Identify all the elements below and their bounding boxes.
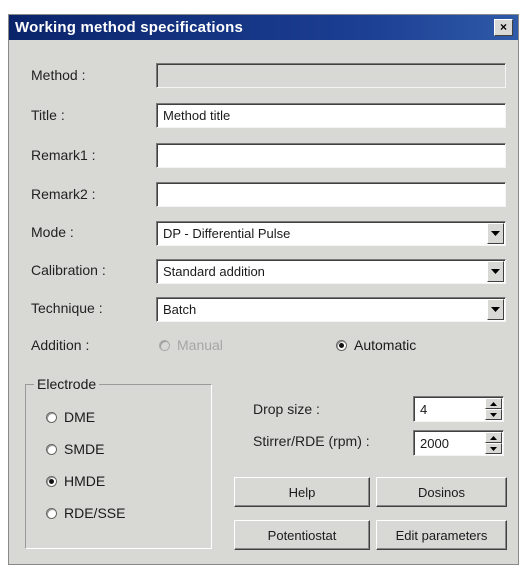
potentiostat-button[interactable]: Potentiostat [234, 520, 370, 550]
title-input[interactable]: Method title [156, 103, 506, 128]
electrode-legend: Electrode [34, 376, 100, 392]
help-button[interactable]: Help [234, 477, 370, 507]
title-bar[interactable]: Working method specifications × [9, 15, 518, 40]
method-specifications-dialog: Working method specifications × Method :… [8, 14, 519, 565]
drop-size-spinner[interactable]: 4 [413, 396, 504, 422]
technique-label: Technique : [31, 300, 103, 316]
chevron-up-icon [490, 435, 497, 440]
electrode-dme-label: DME [64, 409, 96, 425]
addition-label: Addition : [31, 337, 90, 353]
stirrer-spinner[interactable]: 2000 [413, 430, 504, 456]
electrode-dme-radio[interactable]: DME [46, 409, 95, 425]
close-button[interactable]: × [494, 19, 513, 36]
drop-size-down-button[interactable] [485, 409, 502, 420]
electrode-rde-sse-radio[interactable]: RDE/SSE [46, 505, 125, 521]
addition-manual-radio: Manual [159, 337, 223, 353]
method-field [156, 63, 506, 88]
electrode-group: Electrode DME SMDE HMDE RDE/SSE [25, 376, 212, 549]
technique-value: Batch [163, 302, 197, 317]
mode-value: DP - Differential Pulse [163, 226, 291, 241]
mode-dropdown-button[interactable] [487, 223, 504, 244]
stirrer-value: 2000 [420, 436, 449, 451]
electrode-smde-radio[interactable]: SMDE [46, 441, 104, 457]
drop-size-label: Drop size : [253, 401, 320, 417]
addition-automatic-radio[interactable]: Automatic [336, 337, 416, 353]
remark1-input[interactable] [156, 143, 506, 168]
chevron-down-icon [490, 412, 497, 417]
chevron-down-icon [491, 269, 500, 274]
radio-indicator [159, 339, 170, 351]
dosinos-button-label: Dosinos [418, 484, 465, 500]
remark2-label: Remark2 : [31, 186, 96, 202]
electrode-hmde-label: HMDE [64, 473, 106, 489]
mode-label: Mode : [31, 224, 74, 240]
chevron-up-icon [490, 401, 497, 406]
edit-parameters-button[interactable]: Edit parameters [376, 520, 507, 550]
chevron-down-icon [491, 231, 500, 236]
stirrer-up-button[interactable] [485, 432, 502, 443]
calibration-value: Standard addition [163, 264, 265, 279]
stirrer-down-button[interactable] [485, 443, 502, 454]
drop-size-up-button[interactable] [485, 398, 502, 409]
mode-select[interactable]: DP - Differential Pulse [156, 221, 506, 246]
chevron-down-icon [491, 307, 500, 312]
dosinos-button[interactable]: Dosinos [376, 477, 507, 507]
potentiostat-button-label: Potentiostat [267, 527, 337, 543]
remark1-label: Remark1 : [31, 147, 96, 163]
radio-indicator [46, 411, 57, 423]
electrode-hmde-radio[interactable]: HMDE [46, 473, 105, 489]
stirrer-label: Stirrer/RDE (rpm) : [253, 433, 370, 449]
radio-indicator [336, 339, 347, 351]
dialog-title: Working method specifications [15, 19, 244, 36]
addition-manual-label: Manual [177, 337, 223, 353]
close-icon: × [499, 20, 507, 34]
method-label: Method : [31, 67, 86, 83]
chevron-down-icon [490, 446, 497, 451]
radio-indicator [46, 507, 57, 519]
calibration-label: Calibration : [31, 262, 106, 278]
edit-parameters-button-label: Edit parameters [395, 527, 488, 543]
radio-indicator [46, 443, 57, 455]
drop-size-value: 4 [420, 402, 428, 417]
technique-dropdown-button[interactable] [487, 299, 504, 320]
calibration-dropdown-button[interactable] [487, 261, 504, 282]
radio-indicator [46, 475, 57, 487]
addition-automatic-label: Automatic [354, 337, 417, 353]
calibration-select[interactable]: Standard addition [156, 259, 506, 284]
remark2-input[interactable] [156, 182, 506, 207]
electrode-rde-sse-label: RDE/SSE [64, 505, 126, 521]
electrode-smde-label: SMDE [64, 441, 105, 457]
technique-select[interactable]: Batch [156, 297, 506, 322]
help-button-label: Help [288, 484, 316, 500]
title-label: Title : [31, 107, 65, 123]
